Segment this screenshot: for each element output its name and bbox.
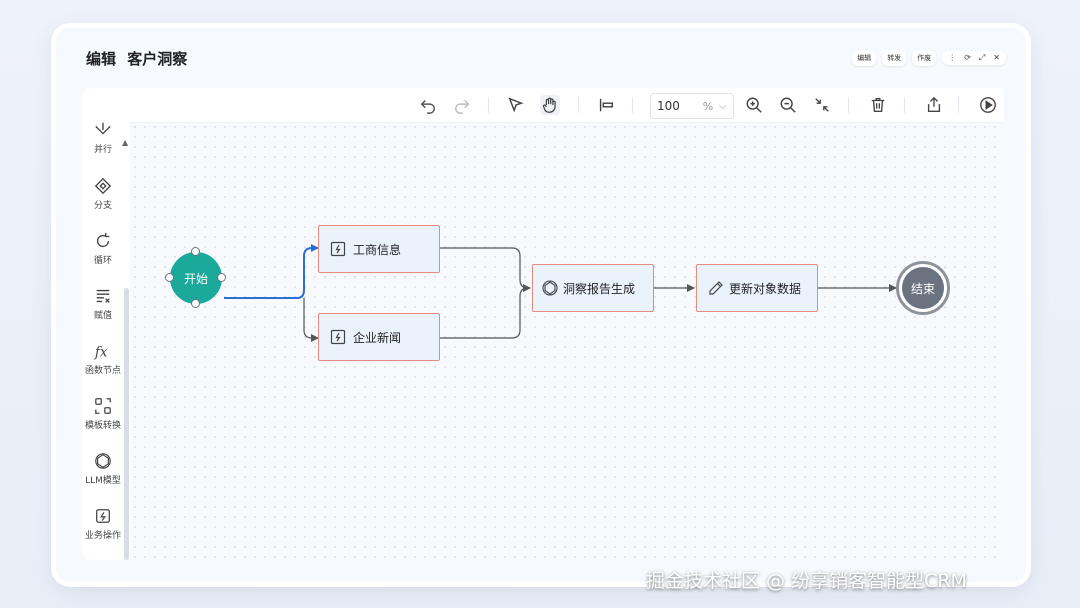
- void-button[interactable]: 作废: [912, 50, 937, 66]
- node-report[interactable]: 洞察报告生成: [532, 264, 654, 312]
- end-label: 结束: [910, 281, 935, 296]
- llm-icon: [541, 279, 559, 297]
- node-update[interactable]: 更新对象数据: [696, 264, 818, 312]
- page-title: 编辑 客户洞察: [86, 48, 193, 69]
- edge-news-report: [440, 287, 529, 339]
- plugin-icon: [329, 328, 347, 346]
- title-prefix: 编辑: [86, 50, 117, 68]
- fullscreen-icon[interactable]: ⤢: [979, 53, 985, 63]
- start-label: 开始: [183, 271, 208, 286]
- node-label: 工商信息: [353, 242, 402, 257]
- pencil-icon: [707, 279, 725, 297]
- node-label: 更新对象数据: [729, 281, 802, 296]
- start-handle-left[interactable]: [165, 273, 174, 282]
- canvas-panel: 100 % ⌵ ▲ 并行 分支 循环 赋值 fx 函数节点 模板转换 LLM模型…: [82, 88, 1004, 560]
- start-handle-bottom[interactable]: [191, 299, 200, 308]
- title-name: 客户洞察: [127, 50, 188, 68]
- workflow-editor-window: 编辑 客户洞察 编辑 转发 作废 ⋮ ⟳ ⤢ ✕ 100 % ⌵ ▲ 并行 分支…: [56, 28, 1026, 582]
- window-controls: ⋮ ⟳ ⤢ ✕: [942, 51, 1006, 65]
- node-label: 洞察报告生成: [563, 281, 636, 296]
- plugin-icon: [329, 240, 347, 258]
- start-handle-right[interactable]: [217, 273, 226, 282]
- node-biz-info[interactable]: 工商信息: [318, 225, 440, 273]
- edit-button[interactable]: 编辑: [852, 50, 877, 66]
- window-actions: 编辑 转发 作废 ⋮ ⟳ ⤢ ✕: [852, 50, 1006, 66]
- edge-start-biz-info: [224, 244, 319, 299]
- end-node[interactable]: 结束: [896, 261, 950, 315]
- forward-button[interactable]: 转发: [882, 50, 907, 66]
- node-label: 企业新闻: [353, 330, 402, 345]
- refresh-icon[interactable]: ⟳: [964, 53, 971, 63]
- flow-edges: [224, 244, 897, 342]
- more-icon[interactable]: ⋮: [948, 53, 956, 63]
- watermark-text: 掘金技术社区 @ 纷享销客智能型CRM: [646, 570, 967, 592]
- start-node[interactable]: 开始: [170, 252, 222, 304]
- edge-start-news: [303, 298, 319, 342]
- start-handle-top[interactable]: [191, 247, 200, 256]
- node-news[interactable]: 企业新闻: [318, 313, 440, 361]
- edge-biz-info-report: [440, 247, 531, 292]
- close-icon[interactable]: ✕: [993, 53, 1000, 63]
